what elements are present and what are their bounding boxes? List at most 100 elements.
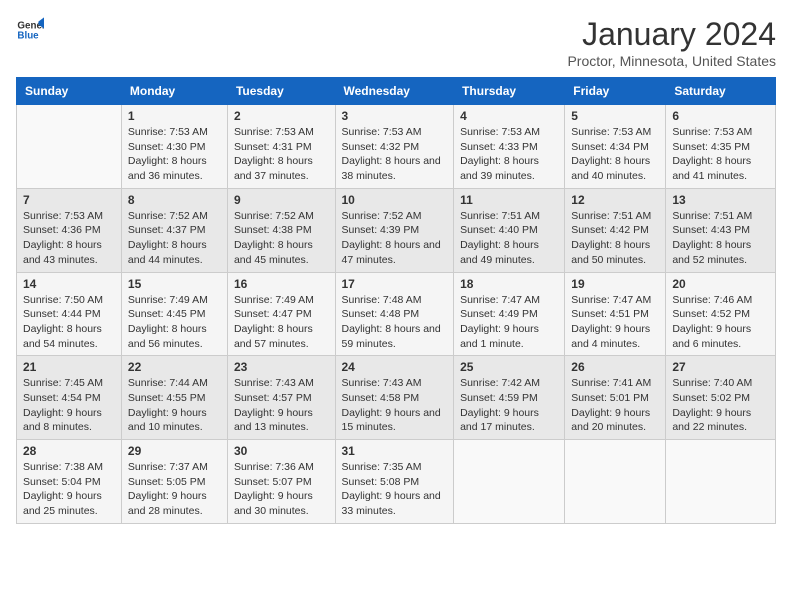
- day-number: 23: [234, 360, 329, 374]
- day-cell: [17, 105, 122, 189]
- week-row-3: 14 Sunrise: 7:50 AMSunset: 4:44 PMDayligh…: [17, 272, 776, 356]
- day-number: 4: [460, 109, 558, 123]
- day-info: Sunrise: 7:45 AMSunset: 4:54 PMDaylight:…: [23, 376, 115, 435]
- day-number: 29: [128, 444, 221, 458]
- day-cell: 4 Sunrise: 7:53 AMSunset: 4:33 PMDaylight…: [454, 105, 565, 189]
- day-info: Sunrise: 7:53 AMSunset: 4:34 PMDaylight:…: [571, 125, 659, 184]
- calendar-subtitle: Proctor, Minnesota, United States: [567, 53, 776, 69]
- header: General Blue January 2024 Proctor, Minne…: [16, 16, 776, 69]
- day-cell: 28Sunrise: 7:38 AMSunset: 5:04 PMDayligh…: [17, 440, 122, 524]
- day-cell: 24Sunrise: 7:43 AMSunset: 4:58 PMDayligh…: [335, 356, 454, 440]
- day-cell: 22 Sunrise: 7:44 AMSunset: 4:55 PMDayligh…: [121, 356, 227, 440]
- day-cell: [565, 440, 666, 524]
- day-number: 3: [342, 109, 448, 123]
- day-info: Sunrise: 7:53 AMSunset: 4:30 PMDaylight:…: [128, 125, 221, 184]
- day-number: 30: [234, 444, 329, 458]
- day-cell: 6 Sunrise: 7:53 AMSunset: 4:35 PMDaylight…: [666, 105, 776, 189]
- day-info: Sunrise: 7:53 AMSunset: 4:33 PMDaylight:…: [460, 125, 558, 184]
- day-number: 26: [571, 360, 659, 374]
- day-info: Sunrise: 7:36 AMSunset: 5:07 PMDaylight:…: [234, 460, 329, 519]
- day-cell: 17Sunrise: 7:48 AMSunset: 4:48 PMDayligh…: [335, 272, 454, 356]
- day-cell: [666, 440, 776, 524]
- day-info: Sunrise: 7:41 AMSunset: 5:01 PMDaylight:…: [571, 376, 659, 435]
- day-info: Sunrise: 7:47 AMSunset: 4:49 PMDaylight:…: [460, 293, 558, 352]
- logo: General Blue: [16, 16, 44, 44]
- day-number: 27: [672, 360, 769, 374]
- calendar-table: SundayMondayTuesdayWednesdayThursdayFrid…: [16, 77, 776, 524]
- week-row-5: 28Sunrise: 7:38 AMSunset: 5:04 PMDayligh…: [17, 440, 776, 524]
- day-cell: 21 Sunrise: 7:45 AMSunset: 4:54 PMDayligh…: [17, 356, 122, 440]
- day-number: 14: [23, 277, 115, 291]
- day-info: Sunrise: 7:46 AMSunset: 4:52 PMDaylight:…: [672, 293, 769, 352]
- day-header-tuesday: Tuesday: [227, 78, 335, 105]
- day-header-wednesday: Wednesday: [335, 78, 454, 105]
- day-info: Sunrise: 7:48 AMSunset: 4:48 PMDaylight:…: [342, 293, 448, 352]
- day-cell: 19 Sunrise: 7:47 AMSunset: 4:51 PMDayligh…: [565, 272, 666, 356]
- day-info: Sunrise: 7:47 AMSunset: 4:51 PMDaylight:…: [571, 293, 659, 352]
- day-cell: 16 Sunrise: 7:49 AMSunset: 4:47 PMDayligh…: [227, 272, 335, 356]
- day-cell: 3Sunrise: 7:53 AMSunset: 4:32 PMDaylight…: [335, 105, 454, 189]
- day-cell: 5 Sunrise: 7:53 AMSunset: 4:34 PMDaylight…: [565, 105, 666, 189]
- day-number: 16: [234, 277, 329, 291]
- title-area: January 2024 Proctor, Minnesota, United …: [567, 16, 776, 69]
- day-number: 22: [128, 360, 221, 374]
- day-cell: [454, 440, 565, 524]
- day-number: 8: [128, 193, 221, 207]
- day-info: Sunrise: 7:51 AMSunset: 4:42 PMDaylight:…: [571, 209, 659, 268]
- day-info: Sunrise: 7:51 AMSunset: 4:43 PMDaylight:…: [672, 209, 769, 268]
- day-cell: 7 Sunrise: 7:53 AMSunset: 4:36 PMDaylight…: [17, 188, 122, 272]
- day-info: Sunrise: 7:49 AMSunset: 4:47 PMDaylight:…: [234, 293, 329, 352]
- day-info: Sunrise: 7:51 AMSunset: 4:40 PMDaylight:…: [460, 209, 558, 268]
- day-header-friday: Friday: [565, 78, 666, 105]
- day-info: Sunrise: 7:40 AMSunset: 5:02 PMDaylight:…: [672, 376, 769, 435]
- day-number: 18: [460, 277, 558, 291]
- day-header-thursday: Thursday: [454, 78, 565, 105]
- day-info: Sunrise: 7:37 AMSunset: 5:05 PMDaylight:…: [128, 460, 221, 519]
- day-info: Sunrise: 7:53 AMSunset: 4:36 PMDaylight:…: [23, 209, 115, 268]
- day-info: Sunrise: 7:50 AMSunset: 4:44 PMDaylight:…: [23, 293, 115, 352]
- day-cell: 31 Sunrise: 7:35 AMSunset: 5:08 PMDayligh…: [335, 440, 454, 524]
- day-info: Sunrise: 7:35 AMSunset: 5:08 PMDaylight:…: [342, 460, 448, 519]
- day-info: Sunrise: 7:38 AMSunset: 5:04 PMDaylight:…: [23, 460, 115, 519]
- day-number: 25: [460, 360, 558, 374]
- day-number: 10: [342, 193, 448, 207]
- day-number: 31: [342, 444, 448, 458]
- day-number: 5: [571, 109, 659, 123]
- day-cell: 12Sunrise: 7:51 AMSunset: 4:42 PMDayligh…: [565, 188, 666, 272]
- day-number: 7: [23, 193, 115, 207]
- day-info: Sunrise: 7:53 AMSunset: 4:31 PMDaylight:…: [234, 125, 329, 184]
- day-info: Sunrise: 7:44 AMSunset: 4:55 PMDaylight:…: [128, 376, 221, 435]
- day-cell: 10 Sunrise: 7:52 AMSunset: 4:39 PMDayligh…: [335, 188, 454, 272]
- calendar-title: January 2024: [567, 16, 776, 53]
- day-info: Sunrise: 7:52 AMSunset: 4:39 PMDaylight:…: [342, 209, 448, 268]
- day-number: 24: [342, 360, 448, 374]
- day-header-monday: Monday: [121, 78, 227, 105]
- day-cell: 11 Sunrise: 7:51 AMSunset: 4:40 PMDayligh…: [454, 188, 565, 272]
- day-cell: 1Sunrise: 7:53 AMSunset: 4:30 PMDaylight…: [121, 105, 227, 189]
- day-cell: 15Sunrise: 7:49 AMSunset: 4:45 PMDayligh…: [121, 272, 227, 356]
- logo-icon: General Blue: [16, 16, 44, 44]
- day-cell: 2 Sunrise: 7:53 AMSunset: 4:31 PMDaylight…: [227, 105, 335, 189]
- day-cell: 25Sunrise: 7:42 AMSunset: 4:59 PMDayligh…: [454, 356, 565, 440]
- day-cell: 30 Sunrise: 7:36 AMSunset: 5:07 PMDayligh…: [227, 440, 335, 524]
- day-info: Sunrise: 7:53 AMSunset: 4:35 PMDaylight:…: [672, 125, 769, 184]
- day-number: 20: [672, 277, 769, 291]
- day-number: 19: [571, 277, 659, 291]
- day-cell: 23Sunrise: 7:43 AMSunset: 4:57 PMDayligh…: [227, 356, 335, 440]
- day-cell: 27 Sunrise: 7:40 AMSunset: 5:02 PMDayligh…: [666, 356, 776, 440]
- week-row-1: 1Sunrise: 7:53 AMSunset: 4:30 PMDaylight…: [17, 105, 776, 189]
- day-number: 9: [234, 193, 329, 207]
- day-header-sunday: Sunday: [17, 78, 122, 105]
- day-number: 15: [128, 277, 221, 291]
- day-cell: 14 Sunrise: 7:50 AMSunset: 4:44 PMDayligh…: [17, 272, 122, 356]
- week-row-4: 21 Sunrise: 7:45 AMSunset: 4:54 PMDayligh…: [17, 356, 776, 440]
- day-cell: 29 Sunrise: 7:37 AMSunset: 5:05 PMDayligh…: [121, 440, 227, 524]
- day-number: 2: [234, 109, 329, 123]
- day-number: 11: [460, 193, 558, 207]
- svg-text:Blue: Blue: [17, 30, 39, 41]
- week-row-2: 7 Sunrise: 7:53 AMSunset: 4:36 PMDaylight…: [17, 188, 776, 272]
- day-cell: 9Sunrise: 7:52 AMSunset: 4:38 PMDaylight…: [227, 188, 335, 272]
- day-number: 21: [23, 360, 115, 374]
- day-number: 6: [672, 109, 769, 123]
- day-cell: 26 Sunrise: 7:41 AMSunset: 5:01 PMDayligh…: [565, 356, 666, 440]
